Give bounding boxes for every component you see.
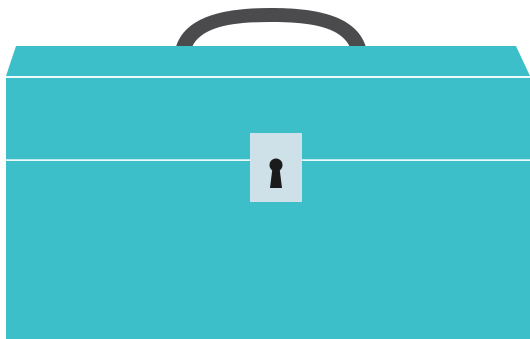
toolbox-icon — [6, 8, 530, 339]
toolbox-lid — [6, 46, 530, 76]
toolbox-handle — [176, 8, 366, 47]
toolbox-illustration — [0, 0, 530, 339]
